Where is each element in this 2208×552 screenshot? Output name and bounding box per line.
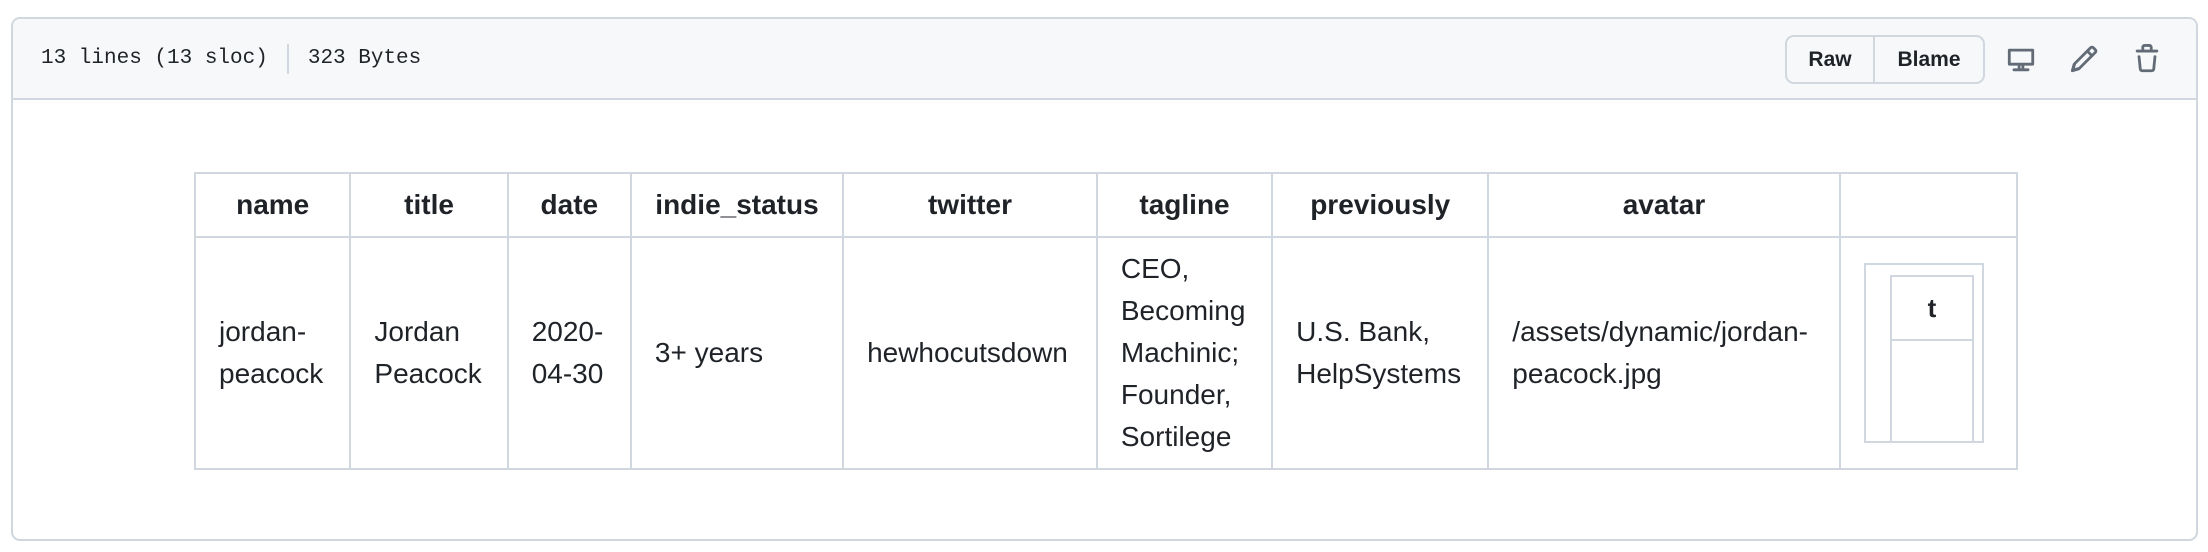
file-info-divider <box>286 43 289 74</box>
column-header: previously <box>1271 172 1490 238</box>
delete-file-button[interactable] <box>2129 41 2165 77</box>
column-header: name <box>194 172 352 238</box>
line-count: 13 lines (13 sloc) <box>41 47 268 70</box>
table-cell-previously: U.S. Bank, HelpSystems <box>1271 236 1490 470</box>
nested-table-wrapper: t Lin <box>1863 263 1984 443</box>
table-header-row: name title date indie_status twitter tag… <box>194 172 2018 238</box>
table-cell-indie-status: 3+ years <box>629 236 845 470</box>
edit-file-button[interactable] <box>2066 41 2102 77</box>
trash-icon <box>2135 44 2159 73</box>
display-rendered-button[interactable] <box>2003 41 2039 77</box>
csv-table-container[interactable]: name title date indie_status twitter tag… <box>194 172 2018 472</box>
column-header: title <box>349 172 509 238</box>
csv-table: name title date indie_status twitter tag… <box>194 172 2018 470</box>
table-cell-name: jordan-peacock <box>194 236 352 470</box>
column-header: date <box>506 172 632 238</box>
table-cell-date: 2020-04-30 <box>506 236 632 470</box>
table-cell-tagline: CEO, Becoming Machinic; Founder, Sortile… <box>1095 236 1274 470</box>
column-header: avatar <box>1487 172 1841 238</box>
column-header: twitter <box>842 172 1098 238</box>
column-header <box>1838 172 2018 238</box>
blame-button[interactable]: Blame <box>1875 37 1983 82</box>
table-cell-nested: t Lin <box>1838 236 2018 470</box>
pencil-icon <box>2070 45 2098 73</box>
nested-table-cell: Lin <box>1889 339 1975 441</box>
column-header: tagline <box>1095 172 1274 238</box>
display-icon <box>2007 48 2035 72</box>
table-cell-twitter: hewhocutsdown <box>842 236 1098 470</box>
nested-table-header: t <box>1889 275 1975 341</box>
file-header: 13 lines (13 sloc) 323 Bytes Raw Blame <box>13 19 2196 100</box>
column-header: indie_status <box>629 172 845 238</box>
raw-blame-button-group: Raw Blame <box>1785 35 1985 84</box>
file-info: 13 lines (13 sloc) 323 Bytes <box>41 19 421 98</box>
table-cell-title: Jordan Peacock <box>349 236 509 470</box>
file-content: name title date indie_status twitter tag… <box>13 100 2196 539</box>
file-size: 323 Bytes <box>307 47 422 70</box>
raw-button[interactable]: Raw <box>1787 37 1875 82</box>
nested-table: t Lin <box>1889 275 1975 441</box>
file-view: 13 lines (13 sloc) 323 Bytes Raw Blame n… <box>11 17 2198 541</box>
table-row: jordan-peacock Jordan Peacock 2020-04-30… <box>194 236 2018 470</box>
table-cell-avatar: /assets/dynamic/jordan-peacock.jpg <box>1487 236 1841 470</box>
